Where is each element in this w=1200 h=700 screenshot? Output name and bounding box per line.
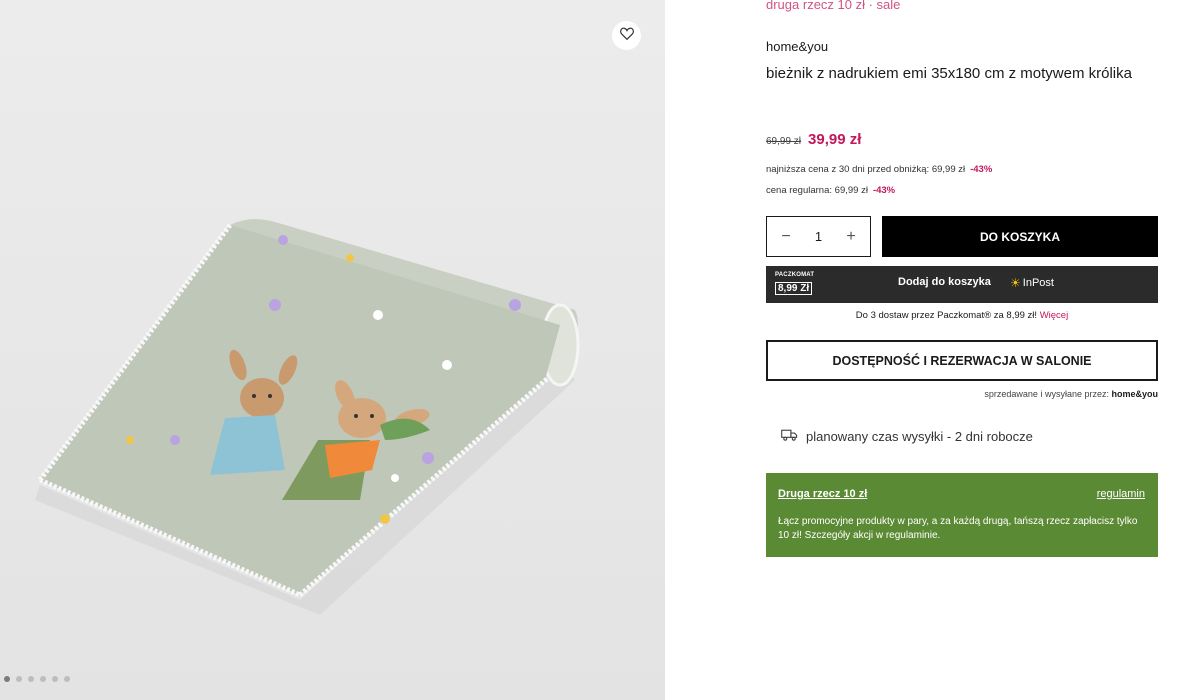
lowest-price-discount: -43% xyxy=(970,164,993,175)
promo-box-text: Łącz promocyjne produkty w pary, a za ka… xyxy=(778,516,1138,541)
regular-price-info: cena regularna: 69,99 zł -43% xyxy=(766,185,895,196)
promo-box: Druga rzecz 10 zł regulamin Łącz promocy… xyxy=(766,473,1158,557)
gallery-dot[interactable] xyxy=(52,676,58,682)
heart-icon xyxy=(619,27,634,45)
lowest-price-info: najniższa cena z 30 dni przed obniżką: 6… xyxy=(766,164,992,175)
paczkomat-label: PACZKOMAT xyxy=(775,272,815,278)
gallery-dot[interactable] xyxy=(16,676,22,682)
promo-terms-link[interactable]: regulamin xyxy=(1097,488,1145,500)
paczkomat-badge: PACZKOMAT 8,99 Zł xyxy=(775,272,814,296)
sold-by: sprzedawane i wysyłane przez: home&you xyxy=(984,389,1158,399)
quantity-minus-button[interactable]: − xyxy=(779,228,793,246)
inpost-logo-text: InPost xyxy=(1022,277,1054,289)
gallery-dot[interactable] xyxy=(28,676,34,682)
current-price: 39,99 zł xyxy=(808,131,862,148)
quantity-input[interactable]: 1 xyxy=(804,229,834,244)
product-gallery[interactable] xyxy=(0,0,665,700)
lowest-price-label: najniższa cena z 30 dni przed obniżką: 6… xyxy=(766,164,966,175)
sold-by-label: sprzedawane i wysyłane przez: xyxy=(984,389,1109,399)
gallery-dot[interactable] xyxy=(40,676,46,682)
gallery-dot[interactable] xyxy=(64,676,70,682)
gallery-dot[interactable] xyxy=(4,676,10,682)
price-block: 69,99 zł 39,99 zł xyxy=(766,131,861,148)
regular-price-discount: -43% xyxy=(872,185,896,196)
promo-box-title[interactable]: Druga rzecz 10 zł xyxy=(778,488,867,500)
regular-price-label: cena regularna: 69,99 zł xyxy=(766,185,868,196)
brand-name[interactable]: home&you xyxy=(766,39,828,54)
product-image xyxy=(0,0,665,700)
shipping-time-text: planowany czas wysyłki - 2 dni robocze xyxy=(806,428,1033,444)
quantity-stepper: − 1 + xyxy=(766,216,871,257)
inpost-add-to-cart-button[interactable]: PACZKOMAT 8,99 Zł Dodaj do koszyka ☀ InP… xyxy=(766,266,1158,303)
old-price: 69,99 zł xyxy=(766,136,802,147)
wishlist-button[interactable] xyxy=(612,21,641,50)
shipping-time: planowany czas wysyłki - 2 dni robocze xyxy=(781,428,1033,444)
paczkomat-price: 8,99 Zł xyxy=(775,282,813,295)
sold-by-value[interactable]: home&you xyxy=(1111,389,1158,399)
inpost-sun-icon: ☀ xyxy=(1010,276,1021,290)
promo-label[interactable]: druga rzecz 10 zł · sale xyxy=(766,0,900,12)
gallery-pagination xyxy=(4,676,70,682)
quantity-plus-button[interactable]: + xyxy=(844,228,858,246)
store-availability-button[interactable]: DOSTĘPNOŚĆ I REZERWACJA W SALONIE xyxy=(766,340,1158,381)
inpost-logo: ☀ InPost xyxy=(1010,276,1054,290)
product-title: bieżnik z nadrukiem emi 35x180 cm z moty… xyxy=(766,65,1132,82)
inpost-button-label: Dodaj do koszyka xyxy=(898,276,991,288)
delivery-more-link[interactable]: Więcej xyxy=(1040,310,1069,321)
delivery-note-text: Do 3 dostaw przez Paczkomat® za 8,99 zł! xyxy=(855,310,1038,321)
truck-icon xyxy=(781,428,798,444)
delivery-note: Do 3 dostaw przez Paczkomat® za 8,99 zł!… xyxy=(766,310,1158,321)
add-to-cart-button[interactable]: DO KOSZYKA xyxy=(882,216,1158,257)
